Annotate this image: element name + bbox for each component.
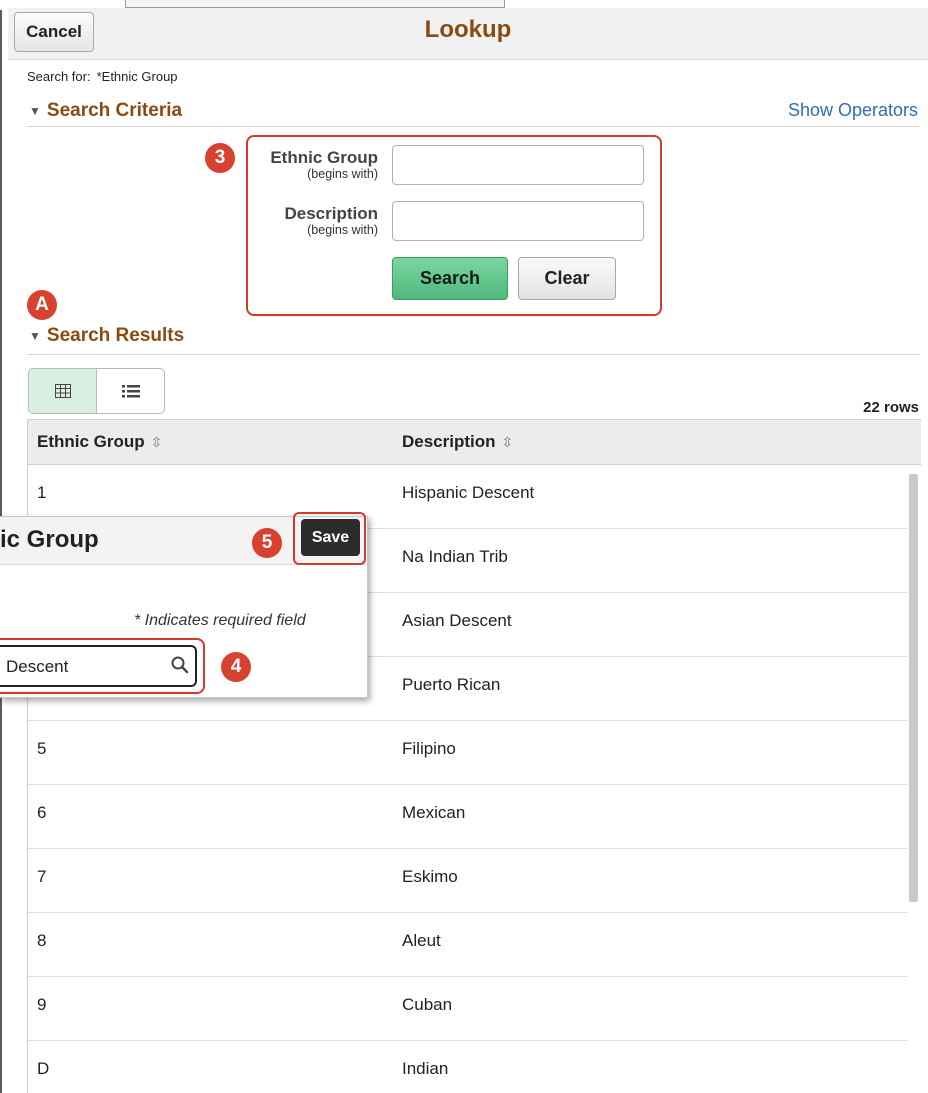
search-button[interactable]: Search [392,257,508,300]
step-badge-4: 4 [221,652,251,682]
required-field-note: * Indicates required field [134,612,306,629]
column-header-ethnic-group[interactable]: Ethnic Group ⇳ [37,432,162,452]
description-label-text: Description [284,204,378,223]
cell-description: Aleut [402,931,441,950]
cell-ethnic-group: D [37,1059,50,1078]
column-header-label: Ethnic Group [37,432,145,451]
page-title: Lookup [424,16,512,43]
step-badge-a: A [27,290,57,320]
table-header: Ethnic Group ⇳ Description ⇳ [28,419,921,465]
step-badge-5: 5 [252,528,282,558]
table-row[interactable]: D Indian [28,1041,921,1093]
ethnic-group-label: Ethnic Group (begins with) [228,149,378,181]
magnifier-icon[interactable] [170,655,190,675]
cell-description: Indian [402,1059,449,1078]
clear-button[interactable]: Clear [518,257,616,300]
search-for-line: Search for: *Ethnic Group [27,69,178,84]
description-label: Description (begins with) [228,205,378,237]
description-hint: (begins with) [307,223,378,237]
scrollbar-thumb[interactable] [909,474,918,902]
column-header-label: Description [402,432,496,451]
cell-ethnic-group: 8 [37,931,47,950]
search-criteria-title: Search Criteria [46,100,183,121]
cell-description: Puerto Rican [402,675,501,694]
table-row[interactable]: 5 Filipino [28,721,921,785]
cell-ethnic-group: 9 [37,995,47,1014]
section-divider [27,126,919,127]
ethnic-group-hint: (begins with) [307,167,378,181]
cell-description: Asian Descent [402,611,512,630]
table-row[interactable]: 9 Cuban [28,977,921,1041]
view-toggle [28,368,165,414]
cell-ethnic-group: 7 [37,867,47,886]
list-view-button[interactable] [97,369,164,413]
lookup-header: Cancel Lookup [8,8,928,60]
collapse-triangle-icon: ▼ [29,104,41,118]
show-operators-link[interactable]: Show Operators [788,100,918,121]
table-row[interactable]: 6 Mexican [28,785,921,849]
description-input[interactable] [392,201,644,241]
cell-ethnic-group: 6 [37,803,47,822]
background-window-fragment [125,0,505,8]
cell-description: Hispanic Descent [402,483,535,502]
column-header-description[interactable]: Description ⇳ [402,432,513,452]
section-divider [27,354,919,355]
cell-description: Cuban [402,995,453,1014]
grid-view-button[interactable] [29,369,97,413]
search-for-value: *Ethnic Group [96,69,178,84]
list-icon [121,385,140,398]
cell-description: Eskimo [402,867,458,886]
save-button[interactable]: Save [301,519,360,556]
search-for-label: Search for: [27,69,91,84]
sort-icon: ⇳ [150,434,163,450]
grid-icon [54,384,71,398]
cell-ethnic-group: 5 [37,739,47,758]
prompt-field-value: Descent [6,657,69,676]
ethnic-group-input[interactable] [392,145,644,185]
table-row[interactable]: 7 Eskimo [28,849,921,913]
cell-description: Filipino [402,739,456,758]
search-results-title: Search Results [46,325,185,346]
table-row[interactable]: 8 Aleut [28,913,921,977]
row-count: 22 rows [863,399,919,416]
cell-description: Na Indian Trib [402,547,508,566]
ethnic-group-label-text: Ethnic Group [270,148,378,167]
popup-title: ic Group [0,526,99,553]
search-criteria-toggle[interactable]: ▼ Search Criteria [29,100,182,122]
sort-icon: ⇳ [501,434,514,450]
cell-description: Mexican [402,803,466,822]
cell-ethnic-group: 1 [37,483,47,502]
search-results-toggle[interactable]: ▼ Search Results [29,325,184,347]
collapse-triangle-icon: ▼ [29,329,41,343]
